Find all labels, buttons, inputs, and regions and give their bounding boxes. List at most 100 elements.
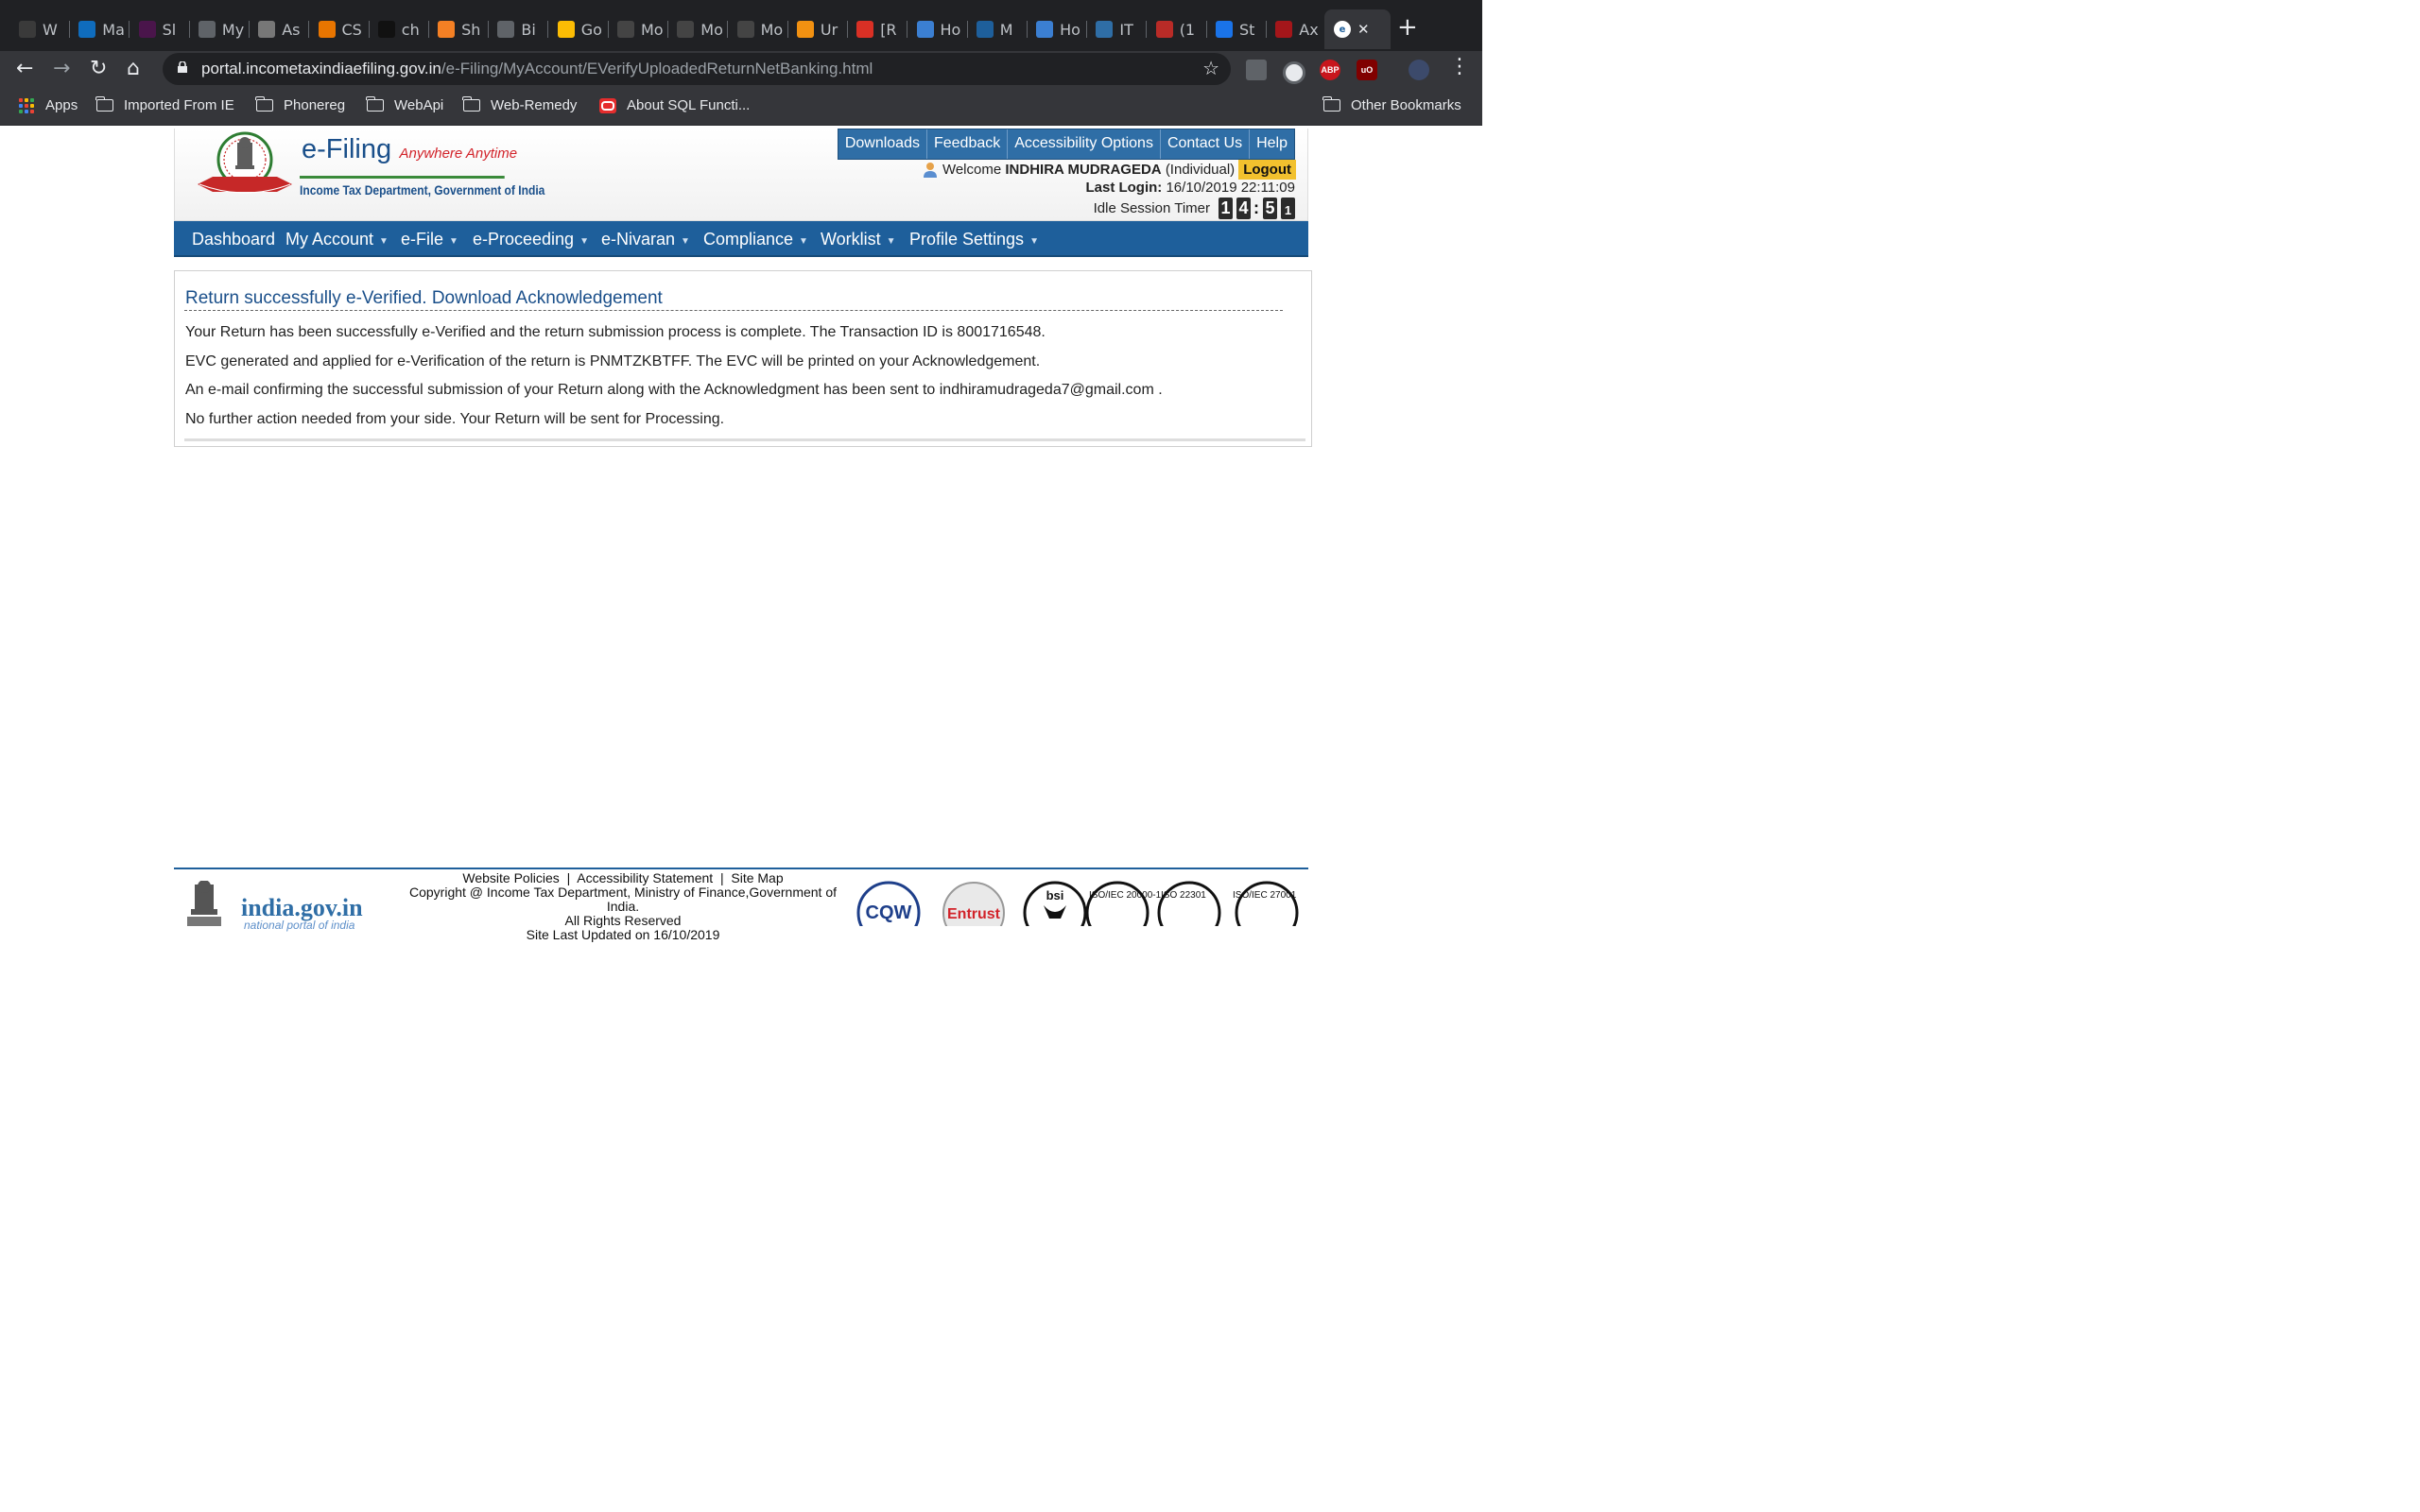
tab-separator xyxy=(188,21,190,38)
browser-tab[interactable]: Ma xyxy=(73,9,130,49)
tab-separator xyxy=(1266,21,1267,38)
confirmation-title[interactable]: Return successfully e-Verified. Download… xyxy=(185,288,663,309)
last-login: Last Login: 16/10/2019 22:11:09 xyxy=(1085,180,1295,196)
bookmark-about-sql[interactable]: About SQL Functi... xyxy=(599,97,750,113)
tab-title: St xyxy=(1239,20,1255,39)
india-gov-subtitle: national portal of india xyxy=(244,919,355,932)
tab-title: Go xyxy=(580,20,602,39)
globe-icon xyxy=(198,21,216,38)
new-tab-button[interactable]: + xyxy=(1397,13,1418,42)
url-text[interactable]: portal.incometaxindiaefiling.gov.in/e-Fi… xyxy=(201,60,873,78)
nav-worklist[interactable]: Worklist ▼ xyxy=(821,230,896,249)
bookmark-phonereg[interactable]: Phonereg xyxy=(255,96,345,113)
gmail-icon xyxy=(856,21,874,38)
contact-us-link[interactable]: Contact Us xyxy=(1161,129,1251,159)
browser-tab[interactable]: (1 xyxy=(1150,9,1207,49)
forward-icon[interactable]: → xyxy=(53,57,70,80)
browser-tab[interactable]: Ho xyxy=(911,9,968,49)
welcome-bar: Welcome INDHIRA MUDRAGEDA (Individual) L… xyxy=(923,160,1296,180)
help-link[interactable]: Help xyxy=(1250,129,1294,159)
browser-tab[interactable]: As xyxy=(252,9,310,49)
browser-tab[interactable]: M xyxy=(971,9,1028,49)
entrust-ssl-badge: Entrust xyxy=(942,882,1005,926)
bookmark-apps[interactable]: Apps xyxy=(19,97,78,113)
bookmark-imported-from-ie[interactable]: Imported From IE xyxy=(95,96,234,113)
nav-dashboard[interactable]: Dashboard xyxy=(192,230,275,249)
reload-icon[interactable]: ↻ xyxy=(90,57,107,80)
lock-icon xyxy=(178,61,187,73)
tab-separator xyxy=(1205,21,1207,38)
browser-tab[interactable]: Ax xyxy=(1270,9,1327,49)
downloads-link[interactable]: Downloads xyxy=(838,129,927,159)
profile-avatar-icon[interactable] xyxy=(1409,60,1429,80)
browser-tab[interactable]: IT xyxy=(1090,9,1148,49)
accessibility-options-link[interactable]: Accessibility Options xyxy=(1008,129,1161,159)
browser-tab[interactable]: Mo xyxy=(612,9,668,49)
svg-text:ISO/IEC 27001: ISO/IEC 27001 xyxy=(1233,890,1297,901)
browser-tab[interactable]: Sl xyxy=(133,9,190,49)
bookmark-star-icon[interactable]: ☆ xyxy=(1202,57,1219,79)
bookmark-web-remedy[interactable]: Web-Remedy xyxy=(462,96,577,113)
browser-tab[interactable]: My xyxy=(193,9,250,49)
bookmark-webapi[interactable]: WebApi xyxy=(366,96,443,113)
svg-text:CQW: CQW xyxy=(866,902,912,923)
svg-text:ISO 22301: ISO 22301 xyxy=(1161,890,1206,901)
browser-tab[interactable]: CS xyxy=(313,9,370,49)
main-nav: Dashboard My Account ▼ e-File ▼ e-Proceedi… xyxy=(174,221,1308,257)
triangle-icon xyxy=(1275,21,1293,38)
logout-button[interactable]: Logout xyxy=(1238,160,1296,180)
browser-tab[interactable]: [R xyxy=(851,9,908,49)
back-icon[interactable]: ← xyxy=(16,57,33,80)
browser-tab[interactable]: W xyxy=(13,9,70,49)
nav-my-account[interactable]: My Account ▼ xyxy=(285,230,389,249)
browser-tab[interactable]: ch xyxy=(372,9,429,49)
cqw-certification-badge: CQW xyxy=(856,881,921,926)
bookmark-other-bookmarks[interactable]: Other Bookmarks xyxy=(1322,96,1461,113)
home-icon[interactable]: ⌂ xyxy=(127,57,140,80)
tab-title: Ax xyxy=(1299,20,1319,39)
af-icon xyxy=(617,21,634,38)
nav-compliance[interactable]: Compliance ▼ xyxy=(703,230,808,249)
tab-title: W xyxy=(43,20,58,39)
browser-tab[interactable]: Mo xyxy=(732,9,788,49)
nav-e-file[interactable]: e-File ▼ xyxy=(401,230,458,249)
copyright: Copyright @ Income Tax Department, Minis… xyxy=(408,885,838,914)
circle-icon[interactable] xyxy=(1283,61,1305,84)
browser-tab[interactable]: Ur xyxy=(791,9,848,49)
tab-title: [R xyxy=(880,20,897,39)
browser-tab[interactable]: Mo xyxy=(671,9,729,49)
tab-separator xyxy=(427,21,429,38)
browser-tab[interactable]: Sh xyxy=(432,9,490,49)
browser-tab[interactable]: Ho xyxy=(1030,9,1088,49)
globe-icon xyxy=(497,21,515,38)
tab-separator xyxy=(1026,21,1028,38)
address-bar[interactable]: portal.incometaxindiaefiling.gov.in/e-Fi… xyxy=(163,53,1231,85)
browser-menu-icon[interactable]: ⋮ xyxy=(1449,55,1470,78)
close-tab-icon[interactable]: ✕ xyxy=(1357,21,1370,38)
user-icon xyxy=(923,163,937,178)
svg-text:bsi: bsi xyxy=(1046,888,1064,902)
footer-links[interactable]: Website Policies | Accessibility Stateme… xyxy=(401,871,845,885)
browser-tab[interactable]: St xyxy=(1210,9,1267,49)
adblock-plus-icon[interactable]: ABP xyxy=(1320,60,1340,80)
user-name: INDHIRA MUDRAGEDA xyxy=(1005,162,1162,178)
tab-title: Mo xyxy=(641,20,664,39)
bsi-iso-certification-badge: bsi ISO/IEC 20000-1 ISO 22301 ISO/IEC 27… xyxy=(1023,881,1299,926)
nav-profile-settings[interactable]: Profile Settings ▼ xyxy=(909,230,1039,249)
af-icon xyxy=(736,21,754,38)
nav-e-nivaran[interactable]: e-Nivaran ▼ xyxy=(601,230,690,249)
divider xyxy=(184,438,1305,441)
tab-active[interactable]: e ✕ xyxy=(1324,9,1391,49)
browser-tab[interactable]: Bi xyxy=(492,9,549,49)
feedback-link[interactable]: Feedback xyxy=(927,129,1009,159)
edit-icon xyxy=(1096,21,1114,38)
nav-e-proceeding[interactable]: e-Proceeding ▼ xyxy=(473,230,589,249)
ublock-origin-icon[interactable]: uO xyxy=(1357,60,1377,80)
income-tax-department-logo[interactable] xyxy=(196,131,294,199)
tab-separator xyxy=(308,21,310,38)
cube-icon[interactable] xyxy=(1246,60,1267,80)
outlook-icon xyxy=(78,21,96,38)
browser-tab-strip: W Ma Sl My As CS ch Sh Bi Go Mo Mo Mo Ur [R Ho M Ho IT (1 St… xyxy=(0,0,1482,51)
browser-tab[interactable]: Go xyxy=(552,9,609,49)
svg-text:Entrust: Entrust xyxy=(947,906,1001,922)
